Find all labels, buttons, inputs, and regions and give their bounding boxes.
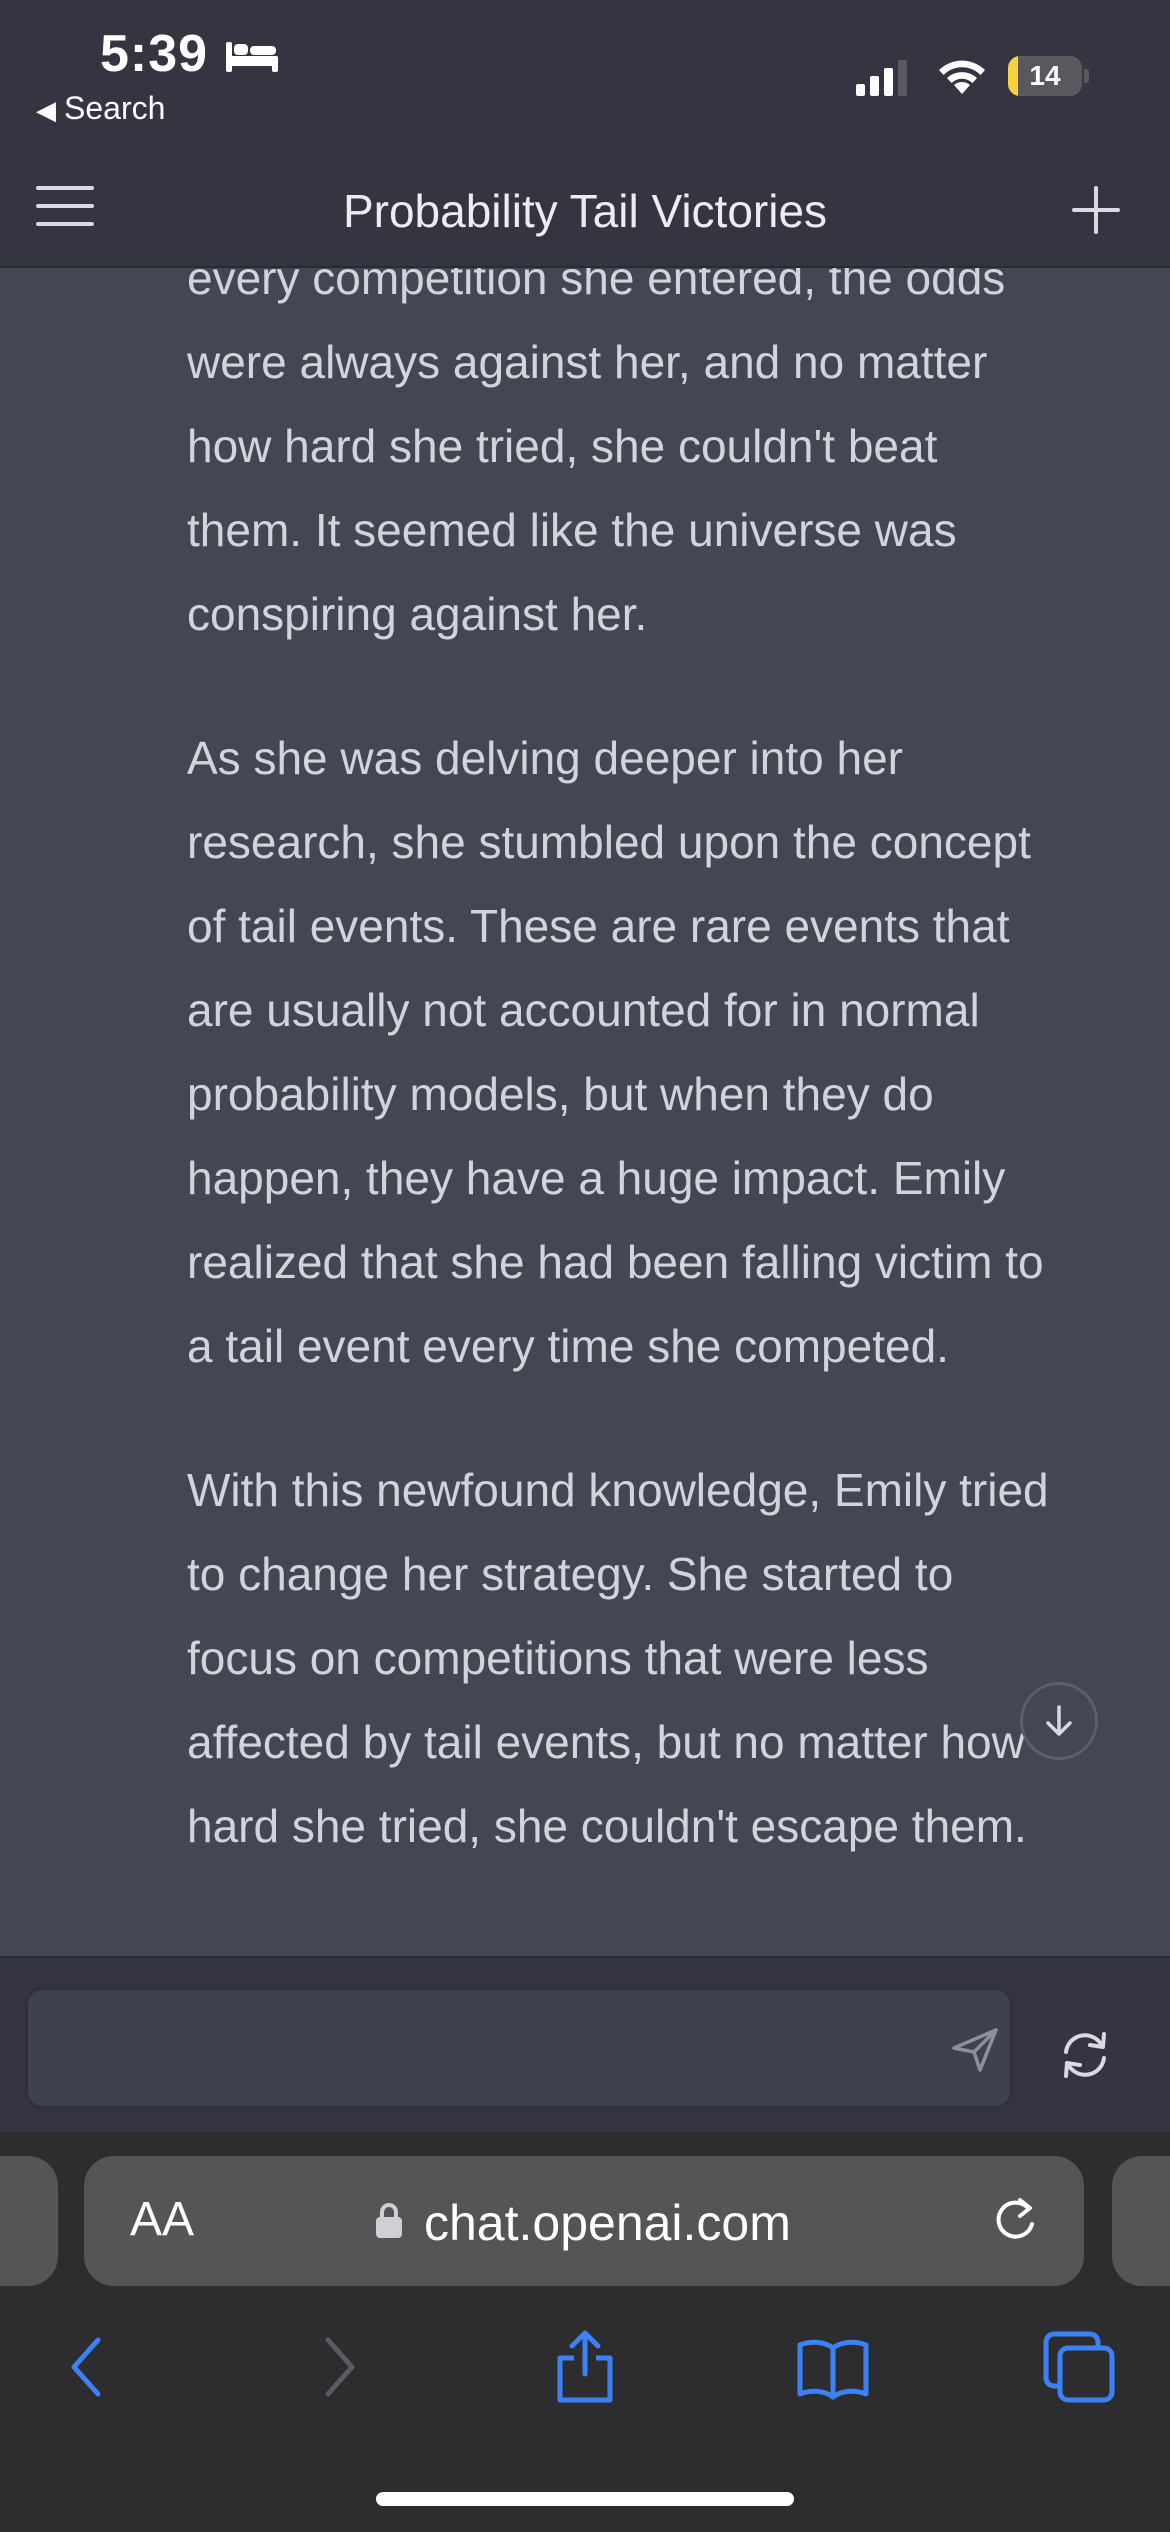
- regenerate-icon[interactable]: [1056, 2026, 1114, 2084]
- text-line: research, she stumbled upon the concept: [187, 816, 1031, 868]
- previous-tab-peek[interactable]: [0, 2156, 58, 2286]
- text-size-button[interactable]: AA: [130, 2192, 194, 2247]
- text-line: to change her strategy. She started to: [187, 1548, 954, 1600]
- text-line: happen, they have a huge impact. Emily: [187, 1152, 1006, 1204]
- back-arrow-icon[interactable]: [48, 2328, 126, 2406]
- text-line: As she was delving deeper into her: [187, 732, 903, 784]
- bookmarks-icon[interactable]: [794, 2328, 872, 2406]
- message-paragraph-3: With this newfound knowledge, Emily trie…: [187, 1448, 1127, 1868]
- text-line: of tail events. These are rare events th…: [187, 900, 1010, 952]
- url-text: chat.openai.com: [424, 2195, 791, 2251]
- text-line: affected by tail events, but no matter h…: [187, 1716, 1025, 1768]
- text-line: conspiring against her.: [187, 588, 648, 640]
- next-tab-peek[interactable]: [1112, 2156, 1170, 2286]
- text-line: realized that she had been falling victi…: [187, 1236, 1044, 1288]
- share-icon[interactable]: [546, 2328, 624, 2406]
- sleep-focus-icon: [226, 42, 278, 72]
- text-line: With this newfound knowledge, Emily trie…: [187, 1464, 1049, 1516]
- message-input[interactable]: [52, 1990, 896, 2108]
- arrow-down-icon: [1046, 1705, 1072, 1736]
- text-line: every competition she entered, the odds: [187, 268, 1006, 304]
- battery-percent: 14: [1029, 60, 1061, 91]
- message-paragraph-2: As she was delving deeper into her resea…: [187, 716, 1127, 1388]
- browser-toolbar: AA chat.openai.com: [0, 2132, 1170, 2532]
- status-time: 5:39: [100, 25, 209, 83]
- text-line: hard she tried, she couldn't escape them…: [187, 1800, 1027, 1852]
- composer-bar: [0, 1956, 1170, 2134]
- tabs-icon[interactable]: [1040, 2328, 1118, 2406]
- send-icon[interactable]: [950, 2026, 1000, 2074]
- lock-icon: [376, 2203, 402, 2238]
- text-line: them. It seemed like the universe was: [187, 504, 957, 556]
- text-line: probability models, but when they do: [187, 1068, 934, 1120]
- back-app-label: Search: [64, 90, 166, 126]
- back-to-app-link[interactable]: ◀ Search: [36, 90, 165, 127]
- wifi-icon: [939, 60, 985, 94]
- text-size-label: AA: [130, 2193, 195, 2246]
- cellular-signal-icon: [856, 60, 907, 96]
- top-bar: 5:39 ◀ Search 14 Probability Tail Victori…: [0, 0, 1170, 268]
- reload-icon[interactable]: [990, 2196, 1040, 2246]
- text-line: focus on competitions that were less: [187, 1632, 929, 1684]
- assistant-message: every competition she entered, the odds …: [0, 268, 1170, 1956]
- text-line: how hard she tried, she couldn't beat: [187, 420, 938, 472]
- text-line: are usually not accounted for in normal: [187, 984, 980, 1036]
- text-line: a tail event every time she competed.: [187, 1320, 949, 1372]
- new-chat-plus-icon[interactable]: [1066, 180, 1126, 240]
- back-triangle-icon: ◀: [36, 95, 56, 125]
- battery-indicator: 14: [1008, 56, 1089, 96]
- message-paragraph-1: every competition she entered, the odds …: [187, 268, 1127, 656]
- address-bar[interactable]: AA chat.openai.com: [84, 2156, 1084, 2286]
- message-input-box: [28, 1990, 1010, 2108]
- forward-arrow-icon[interactable]: [300, 2328, 378, 2406]
- message-text: every competition she entered, the odds …: [187, 268, 1127, 1928]
- scroll-to-bottom-button[interactable]: [1020, 1682, 1098, 1760]
- battery-nub: [1084, 69, 1089, 83]
- home-indicator: [376, 2492, 794, 2506]
- text-line: were always against her, and no matter: [187, 336, 988, 388]
- conversation-title: Probability Tail Victories: [342, 185, 828, 237]
